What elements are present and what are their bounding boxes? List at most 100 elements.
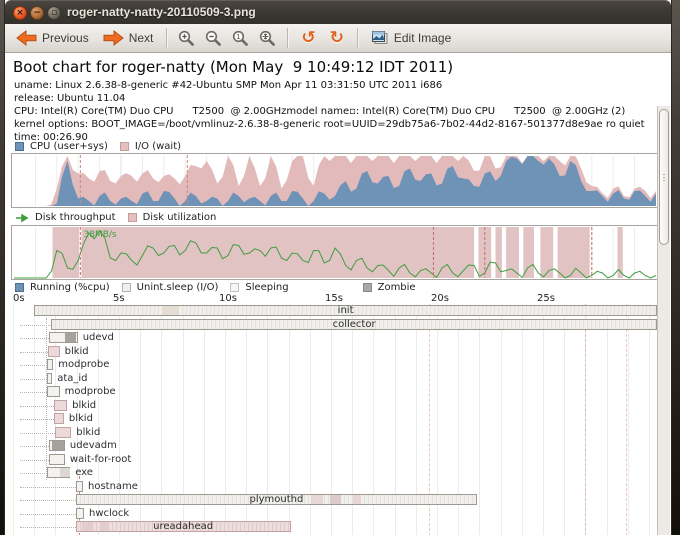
zoom-out-icon[interactable]	[205, 30, 222, 47]
process-row: hostname	[5, 480, 657, 493]
rotate-right-icon[interactable]: ↻	[330, 29, 344, 47]
legend-label: CPU (user+sys)	[30, 141, 108, 152]
legend-item: Running (%cpu)	[15, 282, 110, 293]
disk-legend: Disk throughput Disk utilization	[15, 212, 216, 223]
process-row: blkid	[5, 399, 657, 412]
legend-swatch	[127, 213, 137, 222]
process-label: blkid	[64, 345, 89, 357]
info-line: uname: Linux 2.6.38-8-generic #42-Ubuntu…	[14, 80, 443, 91]
axis-tick-label: 25s	[537, 293, 555, 304]
legend-item: Unint.sleep (I/O)	[121, 282, 218, 293]
process-label: udevd	[82, 332, 114, 343]
process-label: wait-for-root	[69, 453, 132, 465]
legend-swatch	[15, 283, 24, 292]
process-row: blkid	[5, 426, 657, 439]
process-label: blkid	[76, 426, 101, 438]
scrollbar-thumb[interactable]	[659, 109, 669, 245]
dependency-leader	[20, 432, 56, 434]
previous-arrow-icon	[16, 30, 37, 46]
process-bar	[75, 480, 83, 492]
legend-item: Zombie	[362, 282, 416, 293]
window-title: roger-natty-natty-20110509-3.png	[67, 5, 256, 19]
edit-image-icon	[371, 31, 388, 44]
next-button[interactable]: Next	[96, 27, 161, 49]
process-row: hwclock	[5, 507, 657, 520]
legend-swatch	[119, 142, 129, 151]
maximize-button[interactable]: ▫	[47, 6, 61, 20]
dependency-leader	[20, 338, 50, 339]
process-row: ureadahead	[5, 520, 657, 533]
minimize-button[interactable]: −	[30, 6, 44, 20]
toolbar: Previous Next 1 ↺ ↻ Edit Image	[5, 24, 671, 53]
process-bar	[46, 372, 53, 384]
process-row: modprobe	[5, 385, 657, 398]
next-label: Next	[128, 31, 154, 45]
dependency-leader	[20, 473, 47, 474]
process-bar	[46, 386, 60, 397]
close-button[interactable]: ×	[13, 6, 27, 20]
process-bar	[55, 426, 72, 438]
legend-label: I/O (wait)	[134, 141, 182, 152]
cpu-legend: CPU (user+sys) I/O (wait)	[15, 141, 181, 152]
dependency-leader	[20, 513, 76, 515]
axis-tick-label: 0s	[13, 293, 25, 304]
legend-swatch	[362, 283, 372, 292]
dependency-leader	[20, 500, 76, 501]
zoom-normal-icon[interactable]: 1	[232, 30, 249, 47]
process-row: udevd	[5, 331, 657, 344]
process-bar	[48, 345, 60, 357]
dependency-leader	[20, 446, 50, 447]
process-label: init	[337, 305, 354, 316]
dependency-leader	[20, 365, 47, 366]
disk-chart: 38MB/s	[11, 225, 657, 280]
dependency-leader	[20, 392, 47, 393]
process-bar-segment	[64, 333, 77, 342]
process-label: hostname	[88, 480, 138, 492]
process-label: collector	[332, 318, 376, 330]
process-row: collector	[5, 318, 657, 331]
axis-tick-label: 5s	[113, 293, 125, 304]
image-viewer-window: × − ▫ roger-natty-natty-20110509-3.png P…	[4, 0, 672, 535]
edit-image-button[interactable]: Edit Image	[364, 27, 458, 49]
titlebar[interactable]: × − ▫ roger-natty-natty-20110509-3.png	[5, 0, 671, 24]
process-bar	[46, 359, 54, 370]
process-label: ureadahead	[153, 521, 214, 532]
dependency-leader	[20, 405, 55, 407]
axis-tick-label: 10s	[219, 293, 237, 304]
vertical-scrollbar[interactable]	[657, 106, 670, 535]
process-row: blkid	[5, 345, 657, 358]
scrollbar-grip	[663, 177, 665, 178]
zoom-fit-icon[interactable]	[259, 30, 276, 47]
process-label: ata_id	[57, 372, 88, 384]
legend-label: Disk utilization	[142, 212, 217, 223]
process-label: blkid	[72, 399, 97, 411]
svg-text:1: 1	[237, 33, 241, 41]
legend-swatch	[15, 142, 24, 151]
legend-label: Zombie	[377, 282, 416, 293]
process-gantt: init collector udevd blkid modprobe ata_id mod…	[5, 304, 657, 535]
process-row: blkid	[5, 412, 657, 425]
throughput-peak-label: 38MB/s	[84, 230, 117, 240]
process-bar	[46, 467, 71, 478]
edit-image-label: Edit Image	[393, 31, 452, 45]
process-row: wait-for-root	[5, 453, 657, 466]
process-label: exe	[75, 467, 93, 478]
cpu-usage-chart	[11, 153, 657, 208]
dependency-leader	[20, 378, 47, 380]
bootchart-image: Boot chart for roger-natty (Mon May 9 10…	[5, 53, 657, 535]
dependency-leader	[20, 351, 48, 353]
dependency-leader	[20, 419, 55, 420]
info-line: release: Ubuntu 11.04	[14, 93, 126, 104]
toolbar-separator	[166, 28, 168, 48]
toolbar-separator	[287, 28, 289, 48]
zoom-in-icon[interactable]	[178, 30, 195, 47]
previous-button[interactable]: Previous	[9, 27, 96, 49]
legend-item: CPU (user+sys)	[15, 141, 108, 152]
process-bar	[49, 440, 65, 451]
rotate-left-icon[interactable]: ↺	[301, 29, 315, 47]
process-bar-segment	[52, 441, 64, 450]
legend-label: Running (%cpu)	[30, 282, 110, 293]
axis-tick-label: 15s	[325, 293, 343, 304]
process-label: blkid	[68, 413, 93, 424]
info-line: CPU: Intel(R) Core(TM) Duo CPU T2500 @ 2…	[14, 106, 626, 117]
